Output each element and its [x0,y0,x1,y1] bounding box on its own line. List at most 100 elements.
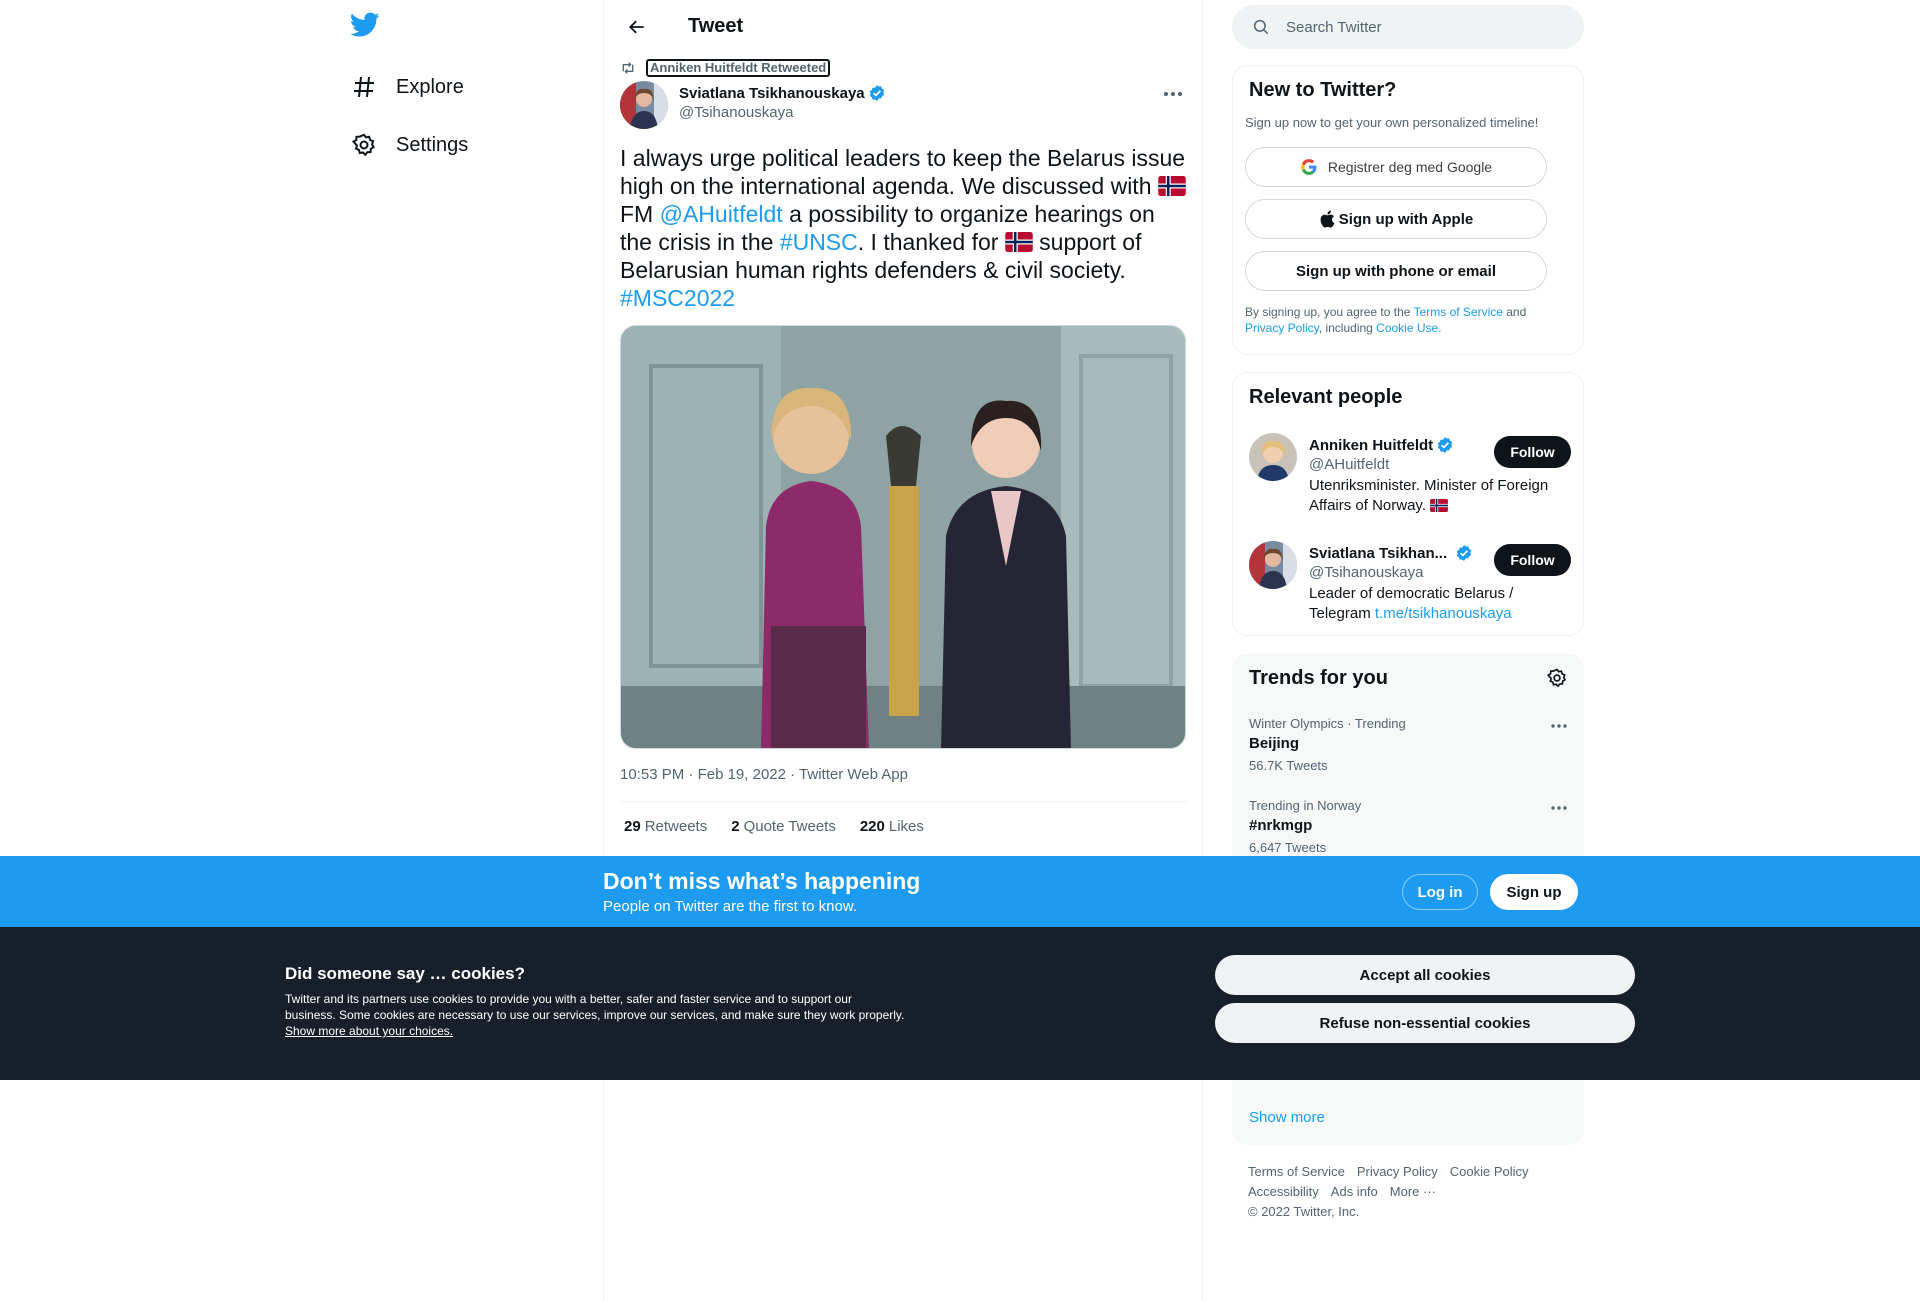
cookie-description: Twitter and its partners use cookies to … [285,992,905,1022]
phone-email-signup-button[interactable]: Sign up with phone or email [1245,251,1547,291]
apple-signup-button[interactable]: Sign up with Apple [1245,199,1547,239]
trend-name: #nrkmgp [1249,817,1313,834]
more-dots-icon [1164,92,1182,96]
main-header: Tweet [604,0,1202,53]
footer-privacy-link[interactable]: Privacy Policy [1357,1164,1438,1179]
terms-text: By signing up, you agree to the [1245,305,1414,319]
privacy-policy-link[interactable]: Privacy Policy [1245,321,1319,335]
person-name: Sviatlana Tsikhan... [1309,544,1448,562]
main-column: Tweet Anniken Huitfeldt Retweeted Sviatl… [603,0,1203,1301]
person-handle: @Tsihanouskaya [1309,564,1424,581]
tweet-text: I always urge political leaders to keep … [620,144,1190,312]
tweet-text-part: I always urge political leaders to keep … [620,145,1186,199]
footer-row: Terms of Service Privacy Policy Cookie Pol… [1248,1162,1578,1182]
hashtag-link[interactable]: #UNSC [780,229,858,255]
person-handle: @AHuitfeldt [1309,456,1390,473]
gear-icon [1546,668,1567,688]
terms-text: , including [1318,321,1377,335]
search-placeholder: Search Twitter [1286,18,1382,36]
login-button[interactable]: Log in [1402,874,1478,910]
retweet-context: Anniken Huitfeldt Retweeted [620,59,831,77]
verified-badge-icon [1456,545,1472,561]
mention-link[interactable]: @AHuitfeldt [660,201,783,227]
signup-terms: By signing up, you agree to the Terms of… [1245,304,1565,336]
telegram-link[interactable]: t.me/tsikhanouskaya [1375,605,1512,622]
trends-settings-button[interactable] [1546,668,1569,690]
divider [620,801,1188,802]
retweets-stat[interactable]: 29 Retweets [620,818,707,835]
cookie-more-link[interactable]: Show more about your choices. [285,1024,453,1038]
accept-cookies-button[interactable]: Accept all cookies [1215,955,1635,995]
meta-separator: · [785,766,800,783]
signup-button[interactable]: Sign up [1490,874,1578,910]
person-avatar[interactable] [1249,433,1297,481]
more-options-button[interactable] [1160,84,1186,104]
relevant-people-panel: Relevant people Anniken Huitfeldt @AHuit… [1232,372,1584,636]
trend-count: 6,647 Tweets [1249,840,1327,855]
tweet-time[interactable]: 10:53 PM [620,766,684,783]
trend-context: Trending in Norway [1249,798,1362,813]
google-signup-label: Registrer deg med Google [1327,159,1493,175]
author-name-row[interactable]: Sviatlana Tsikhanouskaya [679,84,886,102]
google-signup-button[interactable]: Registrer deg med Google [1245,147,1547,187]
trend-item[interactable]: Trending in Norway #nrkmgp 6,647 Tweets [1249,798,1569,855]
footer-terms-link[interactable]: Terms of Service [1248,1164,1345,1179]
author-name: Sviatlana Tsikhanouskaya [679,84,865,102]
likes-stat[interactable]: 220 Likes [856,818,924,835]
retweeted-by-link[interactable]: Anniken Huitfeldt Retweeted [646,59,831,77]
apple-signup-label: Sign up with Apple [1338,210,1474,228]
nav-label: Settings [396,133,469,156]
search-input[interactable]: Search Twitter [1232,5,1584,49]
signup-banner: Don’t miss what’s happening People on Tw… [0,856,1920,927]
show-more-link[interactable]: Show more [1249,1109,1325,1126]
trend-more-button[interactable] [1549,800,1569,816]
hashtag-link[interactable]: #MSC2022 [620,285,735,311]
trend-more-button[interactable] [1549,718,1569,734]
nav-settings[interactable]: Settings [350,120,468,170]
person-name-row: Sviatlana Tsikhan... [1309,544,1473,562]
person-avatar[interactable] [1249,541,1297,589]
follow-button[interactable]: Follow [1494,544,1571,576]
back-button[interactable] [620,10,654,44]
verified-badge-icon [1438,437,1453,453]
twitter-logo-icon[interactable] [350,12,382,44]
footer-more-button[interactable]: More ··· [1390,1184,1436,1199]
tweet-stats: 29 Retweets 2 Quote Tweets 220 Likes [620,818,944,835]
author-avatar[interactable] [620,81,668,129]
footer-ads-link[interactable]: Ads info [1331,1184,1378,1199]
phone-signup-label: Sign up with phone or email [1295,262,1496,280]
banner-title: Don’t miss what’s happening [603,868,921,894]
norway-flag-icon [1158,176,1186,196]
new-to-twitter-title: New to Twitter? [1249,79,1397,101]
person-name: Anniken Huitfeldt [1309,436,1434,454]
footer-cookie-link[interactable]: Cookie Policy [1450,1164,1529,1179]
tweet-photo[interactable] [620,325,1186,749]
stat-count: 220 [859,818,885,835]
trend-context: Winter Olympics · Trending [1249,716,1406,731]
banner-subtitle: People on Twitter are the first to know. [603,898,858,915]
cookie-title: Did someone say … cookies? [285,964,525,983]
tweet-source[interactable]: Twitter Web App [799,766,908,783]
tweet-date[interactable]: Feb 19, 2022 [698,766,786,783]
trend-item[interactable]: Winter Olympics · Trending Beijing 56.7K… [1249,716,1569,773]
nav-explore[interactable]: Explore [350,62,464,112]
stat-label: Retweets [644,818,708,835]
quote-tweets-stat[interactable]: 2 Quote Tweets [727,818,836,835]
tweet-text-part: FM [620,201,660,227]
follow-button[interactable]: Follow [1494,436,1571,468]
google-icon [1301,159,1317,175]
page-title: Tweet [688,15,744,37]
tweet-text-part: . I thanked for [857,229,1005,255]
search-icon [1253,19,1269,35]
relevant-people-title: Relevant people [1249,386,1403,408]
terms-of-service-link[interactable]: Terms of Service [1414,305,1503,319]
new-to-twitter-subtitle: Sign up now to get your own personalized… [1245,115,1539,130]
stat-count: 29 [624,818,641,835]
apple-icon [1320,210,1335,228]
footer-accessibility-link[interactable]: Accessibility [1248,1184,1319,1199]
refuse-cookies-button[interactable]: Refuse non-essential cookies [1215,1003,1635,1043]
meta-separator: · [684,766,698,783]
author-handle[interactable]: @Tsihanouskaya [679,104,886,121]
cookie-use-link[interactable]: Cookie Use. [1376,321,1441,335]
new-to-twitter-panel: New to Twitter? Sign up now to get your … [1232,65,1584,355]
